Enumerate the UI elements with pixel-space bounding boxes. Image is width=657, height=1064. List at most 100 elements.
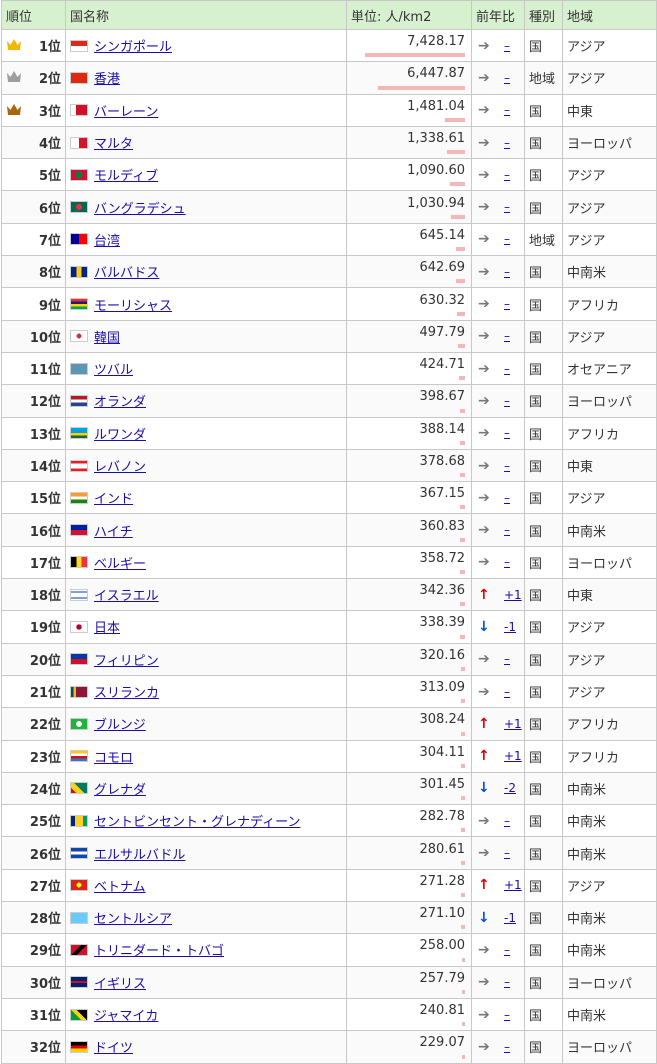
region-cell: アジア xyxy=(562,28,657,63)
country-link[interactable]: エルサルバドル xyxy=(94,848,185,863)
arrow-right-icon: ➔ xyxy=(478,683,490,700)
country-link[interactable]: イスラエル xyxy=(94,589,159,604)
country-link[interactable]: セントルシア xyxy=(94,912,172,927)
change-link[interactable]: – xyxy=(504,168,510,182)
change-link[interactable]: – xyxy=(504,685,510,699)
country-link[interactable]: 香港 xyxy=(94,72,120,87)
change-link[interactable]: – xyxy=(504,1008,510,1022)
change-link[interactable]: – xyxy=(504,136,510,150)
change-link[interactable]: – xyxy=(504,846,510,860)
country-link[interactable]: ジャマイカ xyxy=(94,1009,158,1024)
country-link[interactable]: インド xyxy=(94,492,133,507)
change-link[interactable]: – xyxy=(504,459,510,473)
change-link[interactable]: – xyxy=(504,297,510,311)
country-link[interactable]: スリランカ xyxy=(94,686,159,701)
density-value: 398.67 xyxy=(419,389,466,405)
change-link[interactable]: +1 xyxy=(504,878,522,892)
country-link[interactable]: シンガポール xyxy=(94,40,172,55)
density-cell: 398.67 xyxy=(346,384,472,418)
country-link[interactable]: バーレーン xyxy=(94,105,158,120)
density-cell: 1,030.94 xyxy=(346,190,472,224)
table-row: 17位 ベルギー 358.72 ➔ – 国ヨーロッパ xyxy=(1,545,657,580)
change-link[interactable]: -1 xyxy=(504,620,516,634)
density-value: 7,428.17 xyxy=(407,34,465,50)
country-link[interactable]: フィリピン xyxy=(94,654,159,669)
malta-flag-icon xyxy=(70,136,88,149)
change-link[interactable]: +1 xyxy=(504,717,522,731)
change-link[interactable]: – xyxy=(504,265,510,279)
country-link[interactable]: レバノン xyxy=(94,460,146,475)
change-link[interactable]: +1 xyxy=(504,588,522,602)
change-link[interactable]: – xyxy=(504,71,510,85)
country-cell: グレナダ xyxy=(65,771,347,806)
change-link[interactable]: – xyxy=(504,200,510,214)
country-link[interactable]: 日本 xyxy=(94,621,120,636)
arrow-right-icon: ➔ xyxy=(478,199,490,216)
change-link[interactable]: – xyxy=(504,103,510,117)
country-link[interactable]: トリニダード・トバゴ xyxy=(94,944,224,959)
change-link[interactable]: – xyxy=(504,1040,510,1054)
change-cell: ➔ – xyxy=(471,642,525,676)
change-link[interactable]: – xyxy=(504,39,510,53)
arrow-down-icon: ↓ xyxy=(478,780,490,797)
country-link[interactable]: ハイチ xyxy=(94,525,133,540)
japan-flag-icon xyxy=(70,620,88,633)
change-link[interactable]: – xyxy=(504,394,510,408)
country-link[interactable]: バルバドス xyxy=(94,266,159,281)
type-cell: 国 xyxy=(524,28,563,63)
type-cell: 国 xyxy=(524,448,563,483)
country-link[interactable]: ブルンジ xyxy=(94,718,146,733)
country-link[interactable]: ルワンダ xyxy=(94,428,146,443)
change-cell: ➔ – xyxy=(471,93,525,127)
country-cell: 韓国 xyxy=(65,319,347,353)
arrow-right-icon: ➔ xyxy=(478,102,490,119)
change-cell: ➔ – xyxy=(471,319,525,353)
change-link[interactable]: +1 xyxy=(504,749,522,763)
rank-label: 21位 xyxy=(29,686,61,702)
change-link[interactable]: -2 xyxy=(504,781,516,795)
country-link[interactable]: グレナダ xyxy=(94,783,146,798)
country-link[interactable]: イギリス xyxy=(94,977,146,992)
change-link[interactable]: – xyxy=(504,523,510,537)
change-cell: ↓ -1 xyxy=(471,901,525,935)
change-link[interactable]: – xyxy=(504,491,510,505)
rank-cell: 11位 xyxy=(1,351,66,386)
country-link[interactable]: モルディブ xyxy=(94,169,158,184)
country-link[interactable]: ベルギー xyxy=(94,557,146,572)
country-link[interactable]: セントビンセント・グレナディーン xyxy=(94,815,300,830)
change-column-header: 前年比 xyxy=(471,0,525,30)
change-link[interactable]: – xyxy=(504,362,510,376)
country-link[interactable]: コモロ xyxy=(94,751,133,766)
density-bar xyxy=(445,117,465,122)
change-link[interactable]: – xyxy=(504,652,510,666)
change-cell: ➔ – xyxy=(471,61,525,95)
change-link[interactable]: -1 xyxy=(504,911,516,925)
table-header: 順位 国名称 単位: 人/km2 前年比 種別 地域 xyxy=(1,0,657,30)
country-link[interactable]: バングラデシュ xyxy=(94,202,186,217)
change-link[interactable]: – xyxy=(504,943,510,957)
density-value: 642.69 xyxy=(419,260,466,276)
density-cell: 282.78 xyxy=(346,804,472,838)
table-body: 1位 シンガポール 7,428.17 ➔ – 国アジア 2位 香港 6,447.87 ➔ – 地域 アジ… xyxy=(1,28,657,1064)
country-link[interactable]: 台湾 xyxy=(94,234,120,249)
change-link[interactable]: – xyxy=(504,232,510,246)
rank-label: 27位 xyxy=(29,879,61,895)
change-link[interactable]: – xyxy=(504,555,510,569)
density-bar xyxy=(456,279,465,284)
change-link[interactable]: – xyxy=(504,329,510,343)
country-cell: バーレーン xyxy=(65,93,347,127)
country-link[interactable]: オランダ xyxy=(94,395,146,410)
country-link[interactable]: ドイツ xyxy=(94,1041,133,1056)
change-link[interactable]: – xyxy=(504,814,510,828)
region-cell: アジア xyxy=(562,610,657,644)
change-link[interactable]: – xyxy=(504,975,510,989)
rank-label: 25位 xyxy=(29,815,61,831)
country-link[interactable]: マルタ xyxy=(94,137,133,152)
change-cell: ➔ – xyxy=(471,836,525,870)
country-link[interactable]: 韓国 xyxy=(94,331,120,346)
country-link[interactable]: ツバル xyxy=(94,363,133,378)
rank-label: 16位 xyxy=(29,524,61,540)
change-link[interactable]: – xyxy=(504,426,510,440)
country-link[interactable]: モーリシャス xyxy=(94,299,172,314)
country-link[interactable]: ベトナム xyxy=(94,880,146,895)
